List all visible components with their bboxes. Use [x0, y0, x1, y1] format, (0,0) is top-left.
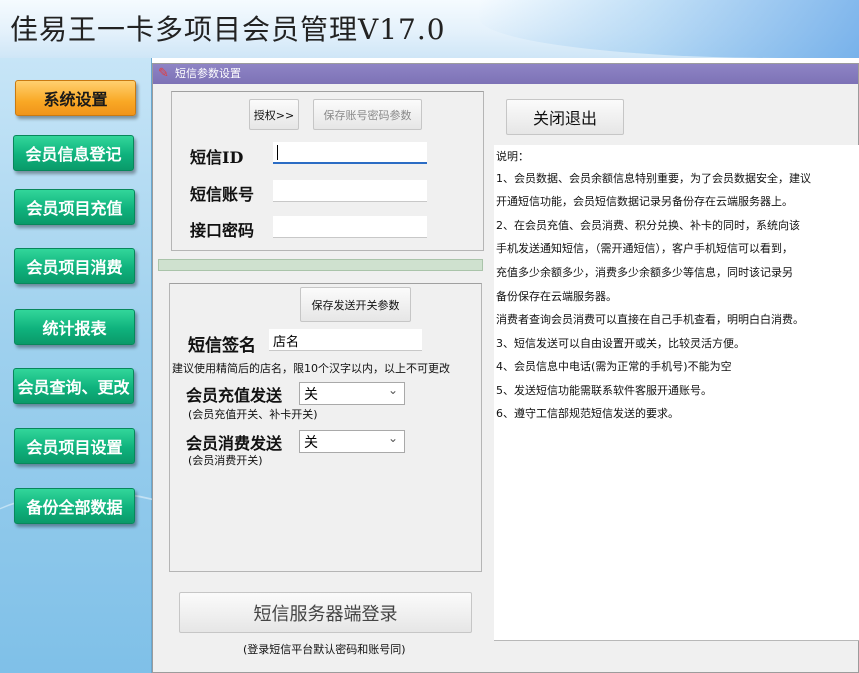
header-decoration — [479, 0, 859, 58]
signature-value: 店名 — [273, 335, 300, 350]
account-group: 授权>> 保存账号密码参数 短信ID 短信账号 接口密码 — [171, 91, 484, 251]
note-line: 开通短信功能，会员短信数据记录另备份存在云端服务器上。 — [496, 195, 793, 208]
sidebar-item-member-recharge[interactable]: 会员项目充值 — [14, 189, 135, 225]
sms-account-label: 短信账号 — [190, 185, 255, 204]
note-line: 4、会员信息中电话(需为正常的手机号)不能为空 — [496, 360, 732, 373]
close-exit-button[interactable]: 关闭退出 — [506, 99, 624, 135]
recharge-send-hint: (会员充值开关、补卡开关) — [188, 408, 318, 421]
send-settings-group: 保存发送开关参数 短信签名 店名 建议使用精简后的店名，限10个汉字以内，以上不… — [169, 283, 482, 572]
chevron-down-icon: ⌄ — [387, 383, 398, 397]
recharge-send-value: 关 — [304, 387, 318, 403]
sms-id-label: 短信ID — [190, 148, 244, 167]
note-line: 备份保存在云端服务器。 — [496, 290, 617, 303]
api-password-label: 接口密码 — [190, 221, 255, 240]
window-titlebar: ✎ 短信参数设置 — [153, 64, 858, 84]
sidebar-item-member-registration[interactable]: 会员信息登记 — [13, 135, 134, 171]
login-hint: (登录短信平台默认密码和账号同) — [243, 643, 406, 656]
sidebar-item-member-query[interactable]: 会员查询、更改 — [13, 368, 134, 404]
consume-send-hint: (会员消费开关) — [188, 454, 263, 467]
sms-server-login-button[interactable]: 短信服务器端登录 — [179, 592, 472, 633]
api-password-input[interactable] — [273, 216, 427, 238]
sidebar-item-statistics[interactable]: 统计报表 — [14, 309, 135, 345]
window-title: 短信参数设置 — [175, 67, 241, 80]
note-line: 6、遵守工信部规范短信发送的要求。 — [496, 407, 679, 420]
sms-app-icon: ✎ — [158, 66, 169, 81]
chevron-down-icon: ⌄ — [387, 431, 398, 445]
signature-label: 短信签名 — [188, 336, 256, 356]
note-line: 手机发送通知短信，（需开通短信），客户手机短信可以看到， — [496, 242, 793, 255]
section-divider — [158, 259, 483, 271]
sidebar-item-member-consume[interactable]: 会员项目消费 — [14, 248, 135, 284]
note-line: 1、会员数据、会员余额信息特别重要，为了会员数据安全，建议 — [496, 172, 811, 185]
sidebar-item-project-settings[interactable]: 会员项目设置 — [14, 428, 135, 464]
app-header: 佳易王一卡多项目会员管理V17.0 — [0, 0, 859, 58]
signature-hint: 建议使用精简后的店名，限10个汉字以内，以上不可更改 — [172, 362, 450, 375]
sidebar-item-backup[interactable]: 备份全部数据 — [14, 488, 135, 524]
note-line: 说明： — [496, 150, 529, 163]
signature-input[interactable]: 店名 — [269, 329, 422, 351]
note-line: 充值多少余额多少，消费多少余额多少等信息，同时该记录另 — [496, 266, 793, 279]
sms-account-input[interactable] — [273, 180, 427, 202]
note-line: 消费者查询会员消费可以直接在自己手机查看，明明白白消费。 — [496, 313, 804, 326]
consume-send-label: 会员消费发送 — [186, 434, 283, 453]
save-switch-button[interactable]: 保存发送开关参数 — [300, 287, 411, 322]
recharge-send-select[interactable]: 关 ⌄ — [299, 382, 405, 405]
sidebar: 系统设置 会员信息登记 会员项目充值 会员项目消费 统计报表 会员查询、更改 会… — [0, 58, 220, 673]
sms-id-input[interactable] — [273, 142, 427, 164]
text-caret — [277, 145, 278, 160]
sidebar-item-system-settings[interactable]: 系统设置 — [15, 80, 136, 116]
instructions-box: 说明： 1、会员数据、会员余额信息特别重要，为了会员数据安全，建议 开通短信功能… — [494, 145, 859, 641]
authorize-button[interactable]: 授权>> — [249, 99, 299, 130]
consume-send-value: 关 — [304, 435, 318, 451]
consume-send-select[interactable]: 关 ⌄ — [299, 430, 405, 453]
note-line: 3、短信发送可以自由设置开或关，比较灵活方便。 — [496, 337, 745, 350]
note-line: 5、发送短信功能需联系软件客服开通账号。 — [496, 384, 712, 397]
note-line: 2、在会员充值、会员消费、积分兑换、补卡的同时，系统向该 — [496, 219, 800, 232]
save-account-button[interactable]: 保存账号密码参数 — [313, 99, 422, 130]
app-title: 佳易王一卡多项目会员管理V17.0 — [10, 13, 446, 46]
recharge-send-label: 会员充值发送 — [186, 386, 283, 405]
sms-settings-window: ✎ 短信参数设置 授权>> 保存账号密码参数 短信ID 短信账号 接口密码 保存… — [152, 63, 859, 673]
